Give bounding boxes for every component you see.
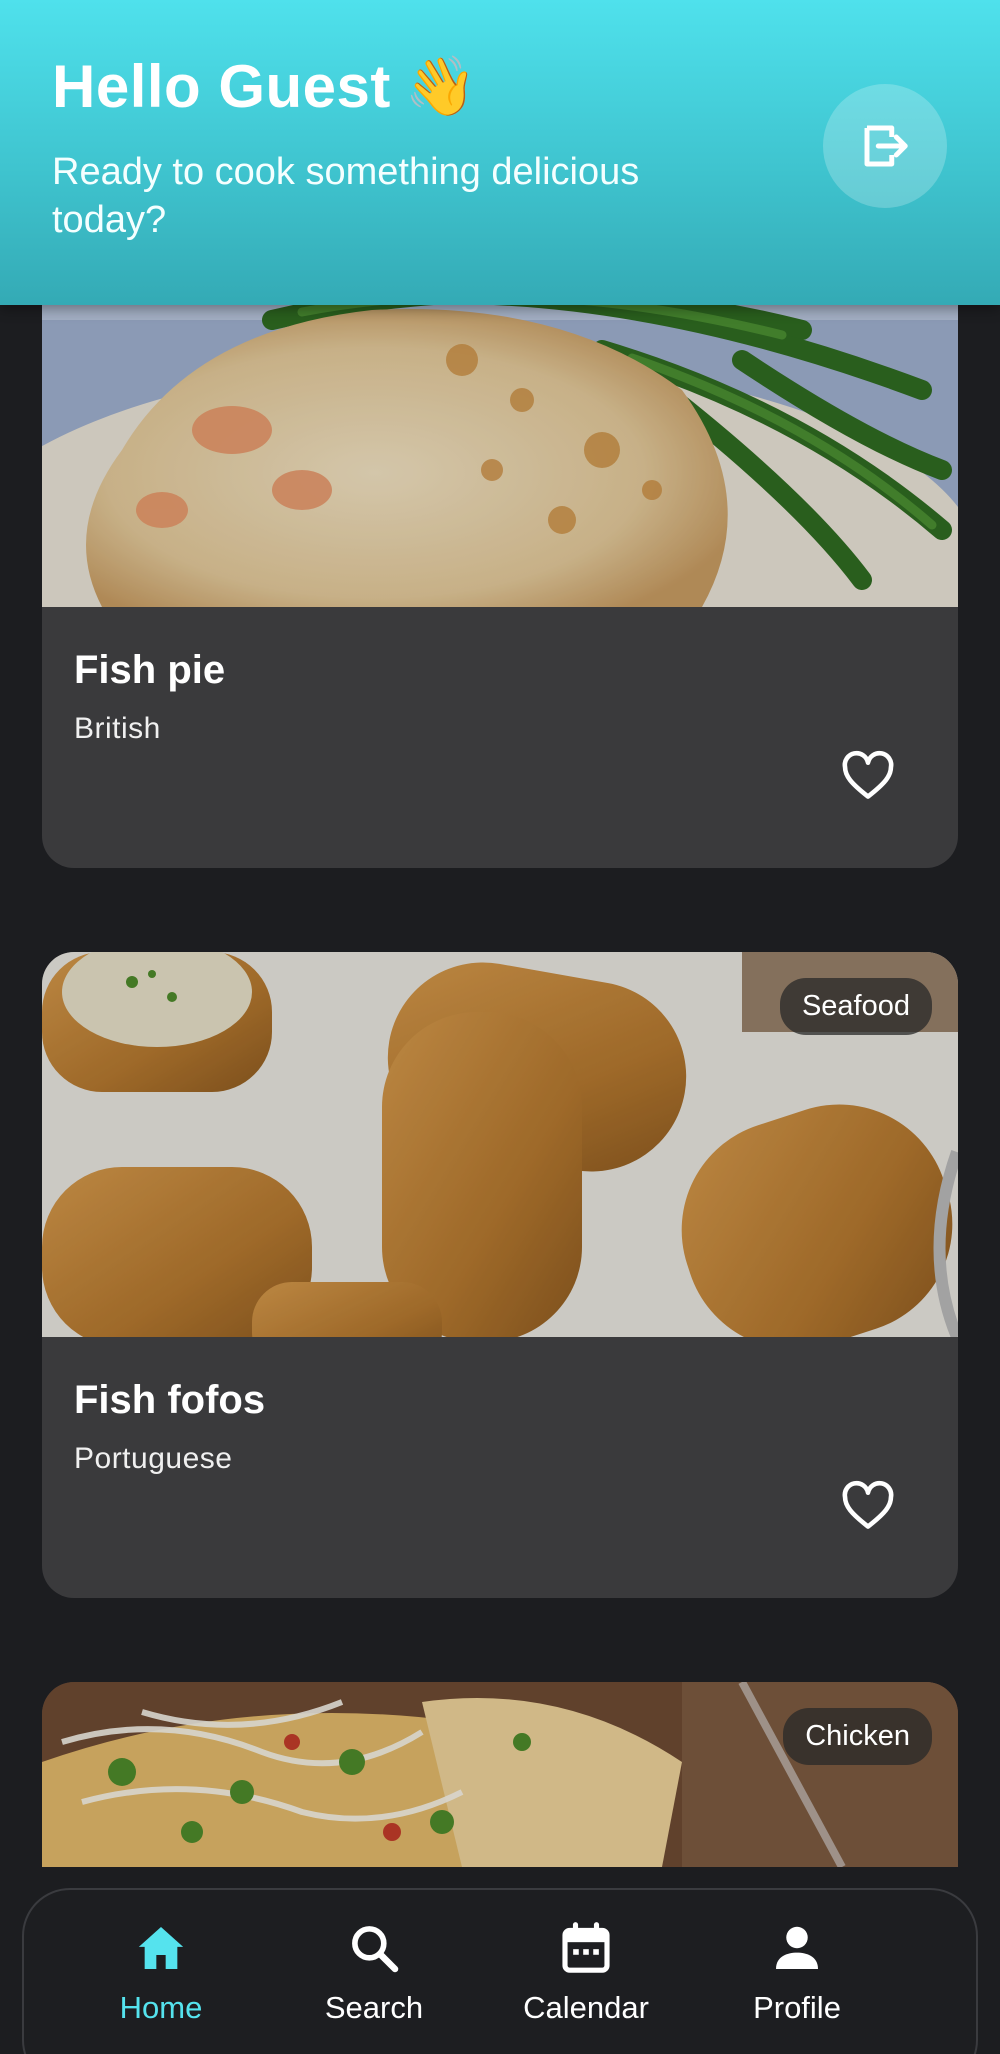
nav-calendar[interactable]: Calendar <box>491 1920 681 2026</box>
logout-icon <box>864 125 908 167</box>
nav-search[interactable]: Search <box>279 1920 469 2026</box>
nav-profile[interactable]: Profile <box>702 1920 892 2026</box>
greeting-row: Hello Guest 👋 <box>52 52 478 121</box>
home-icon <box>138 1927 184 1969</box>
recipe-title: Fish pie <box>74 648 226 692</box>
favorite-button[interactable] <box>836 1474 900 1538</box>
nav-label: Search <box>324 1990 424 2025</box>
recipe-cuisine: British <box>74 712 161 745</box>
search-icon <box>352 1926 399 1973</box>
profile-icon <box>776 1926 818 1969</box>
favorite-button[interactable] <box>836 744 900 808</box>
logout-button[interactable] <box>823 84 947 208</box>
recipe-card[interactable]: Seafood Fish fofos Portuguese <box>42 952 958 1598</box>
nav-label: Calendar <box>523 1990 649 2025</box>
wave-emoji: 👋 <box>404 53 478 119</box>
nav-label: Home <box>119 1990 203 2025</box>
heart-icon <box>842 750 894 799</box>
nav-label: Profile <box>753 1990 841 2025</box>
heart-icon <box>842 1480 894 1529</box>
category-tag: Chicken <box>783 1708 932 1765</box>
bottom-navigation: Home Search Calendar Profile <box>22 1888 978 2054</box>
greeting-title: Hello Guest <box>52 53 391 120</box>
calendar-icon <box>562 1922 610 1973</box>
recipe-card[interactable]: Chicken <box>42 1682 958 1867</box>
recipe-cuisine: Portuguese <box>74 1442 233 1475</box>
recipe-title: Fish fofos <box>74 1378 266 1422</box>
category-tag: Seafood <box>779 978 932 1035</box>
greeting-subtitle: Ready to cook something delicious today? <box>52 151 640 241</box>
app-header: Hello Guest 👋 Ready to cook something de… <box>0 0 1000 305</box>
recipe-card[interactable]: Fish pie British <box>42 240 958 868</box>
nav-home[interactable]: Home <box>66 1920 256 2026</box>
